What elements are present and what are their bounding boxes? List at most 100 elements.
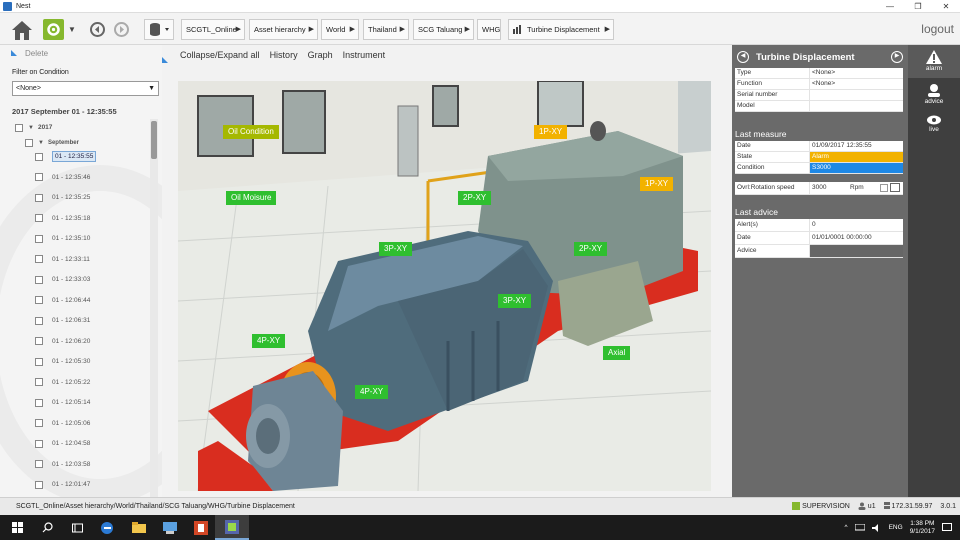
history-entry[interactable]: 01 - 12:04:58 <box>35 437 90 450</box>
breadcrumb-world[interactable]: World ▶ <box>321 19 359 40</box>
entry-checkbox[interactable] <box>35 316 43 325</box>
history-entry[interactable]: 01 - 12:03:58 <box>35 458 90 471</box>
restore-button[interactable]: ❐ <box>904 0 932 13</box>
entry-checkbox[interactable] <box>35 193 43 202</box>
chevron-up-icon[interactable]: ^ <box>845 524 848 531</box>
back-button[interactable] <box>90 22 105 37</box>
logout-link[interactable]: logout <box>921 22 954 36</box>
month-checkbox[interactable] <box>25 138 33 147</box>
entry-checkbox[interactable] <box>35 398 43 407</box>
expand-triangle-icon[interactable]: ▼ <box>38 140 44 146</box>
chevron-right-icon[interactable]: ▶ <box>400 20 405 39</box>
entry-checkbox[interactable] <box>35 460 43 468</box>
collapse-expand-all-button[interactable]: Collapse/Expand all <box>180 50 260 60</box>
graph-tab[interactable]: Graph <box>308 50 333 60</box>
sensor-tag-2p-xy-2[interactable]: 2P-XY <box>574 242 608 256</box>
search-taskbar-button[interactable] <box>30 515 64 540</box>
history-entry[interactable]: 01 - 12:05:14 <box>35 396 90 409</box>
sensor-tag-axial[interactable]: Axial <box>603 346 631 360</box>
history-entry[interactable]: 01 - 12:35:55 <box>35 150 97 163</box>
tree-year-node[interactable]: ▼ 2017 <box>15 121 52 134</box>
sensor-tag-2p-xy[interactable]: 2P-XY <box>458 191 492 205</box>
trend-chart-icon[interactable] <box>890 183 900 192</box>
sensor-tag-3p-xy[interactable]: 3P-XY <box>379 242 413 256</box>
history-entry[interactable]: 01 - 12:01:47 <box>35 478 90 491</box>
entry-checkbox[interactable] <box>35 296 43 304</box>
breadcrumb-turbine-displacement[interactable]: Turbine Displacement ▶ <box>508 19 614 40</box>
entry-checkbox[interactable] <box>35 214 43 222</box>
entry-checkbox[interactable] <box>35 173 43 181</box>
nav-alarm[interactable]: alarm <box>908 45 960 78</box>
nest-taskbar-button[interactable] <box>215 515 249 540</box>
app-taskbar-button[interactable] <box>153 515 187 540</box>
entry-checkbox[interactable] <box>35 419 43 427</box>
history-entry[interactable]: 01 - 12:06:31 <box>35 314 90 327</box>
database-button[interactable] <box>144 19 174 40</box>
nav-live[interactable]: live <box>908 115 960 143</box>
tree-scrollbar[interactable] <box>150 119 158 497</box>
entry-checkbox[interactable] <box>35 275 43 284</box>
close-button[interactable]: ✕ <box>932 0 960 13</box>
language-indicator[interactable]: ENG <box>889 524 903 531</box>
tree-month-node[interactable]: ▼ September <box>25 136 79 149</box>
breadcrumb-scg-taluang[interactable]: SCG Taluang ▶ <box>413 19 474 40</box>
clock[interactable]: 1:38 PM 9/1/2017 <box>910 520 935 536</box>
breadcrumb-whg[interactable]: WHG <box>477 19 501 40</box>
powerpoint-taskbar-button[interactable] <box>184 515 218 540</box>
year-checkbox[interactable] <box>15 123 23 132</box>
sensor-tag-4p-xy-2[interactable]: 4P-XY <box>355 385 389 399</box>
sensor-tag-oil-condition[interactable]: Oil Condition <box>223 125 279 139</box>
entry-checkbox[interactable] <box>35 152 43 161</box>
explorer-taskbar-button[interactable] <box>122 515 156 540</box>
next-asset-button[interactable]: ▶ <box>891 51 903 63</box>
entry-checkbox[interactable] <box>35 378 43 386</box>
chevron-down-icon[interactable]: ▼ <box>68 25 76 34</box>
history-entry[interactable]: 01 - 12:35:18 <box>35 212 90 225</box>
history-entry[interactable]: 01 - 12:35:46 <box>35 171 90 184</box>
task-view-button[interactable] <box>60 515 94 540</box>
entry-checkbox[interactable] <box>35 337 43 345</box>
sensor-tag-1p-xy-2[interactable]: 1P-XY <box>640 177 674 191</box>
chevron-right-icon[interactable]: ▶ <box>605 20 610 39</box>
entry-checkbox[interactable] <box>35 480 43 489</box>
history-entry[interactable]: 01 - 12:06:44 <box>35 294 90 307</box>
breadcrumb-asset-hierarchy[interactable]: Asset hierarchy ▶ <box>249 19 318 40</box>
chevron-right-icon[interactable]: ▶ <box>350 20 355 39</box>
minimize-button[interactable]: — <box>876 0 904 13</box>
history-entry[interactable]: 01 - 12:35:10 <box>35 232 90 245</box>
edge-taskbar-button[interactable] <box>90 515 124 540</box>
delete-button[interactable]: Delete <box>25 49 48 58</box>
sensor-tag-3p-xy-2[interactable]: 3P-XY <box>498 294 532 308</box>
history-entry[interactable]: 01 - 12:33:11 <box>35 253 90 266</box>
history-entry[interactable]: 01 - 12:33:03 <box>35 273 90 286</box>
instrument-tab[interactable]: Instrument <box>343 50 386 60</box>
breadcrumb-thailand[interactable]: Thailand ▶ <box>363 19 409 40</box>
chevron-right-icon[interactable]: ▶ <box>236 20 241 39</box>
scrollbar-thumb[interactable] <box>151 121 157 159</box>
nav-advice[interactable]: advice <box>908 81 960 111</box>
chevron-right-icon[interactable]: ▶ <box>309 20 314 39</box>
checkbox-icon[interactable] <box>880 184 888 192</box>
breadcrumb-scgtl-online[interactable]: SCGTL_Online ▶ <box>181 19 245 40</box>
history-entry[interactable]: 01 - 12:05:30 <box>35 355 90 368</box>
history-entry[interactable]: 01 - 12:05:06 <box>35 417 90 430</box>
history-entry[interactable]: 01 - 12:06:20 <box>35 335 90 348</box>
chevron-right-icon[interactable]: ▶ <box>465 20 470 39</box>
notification-icon[interactable] <box>942 522 952 533</box>
sensor-tag-1p-xy[interactable]: 1P-XY <box>534 125 568 139</box>
entry-checkbox[interactable] <box>35 255 43 263</box>
history-entry[interactable]: 01 - 12:35:25 <box>35 191 90 204</box>
condition-filter-select[interactable]: <None> ▼ <box>12 81 159 96</box>
start-button[interactable] <box>0 515 34 540</box>
history-entry[interactable]: 01 - 12:05:22 <box>35 376 90 389</box>
previous-asset-button[interactable]: ◀ <box>737 51 749 63</box>
forward-button[interactable] <box>114 22 129 37</box>
gear-menu-button[interactable] <box>43 19 64 40</box>
history-tab[interactable]: History <box>270 50 298 60</box>
expand-triangle-icon[interactable]: ▼ <box>28 125 34 131</box>
entry-checkbox[interactable] <box>35 234 43 243</box>
home-icon[interactable] <box>10 19 34 41</box>
sensor-tag-4p-xy[interactable]: 4P-XY <box>252 334 286 348</box>
entry-checkbox[interactable] <box>35 439 43 448</box>
volume-icon[interactable] <box>871 523 882 532</box>
